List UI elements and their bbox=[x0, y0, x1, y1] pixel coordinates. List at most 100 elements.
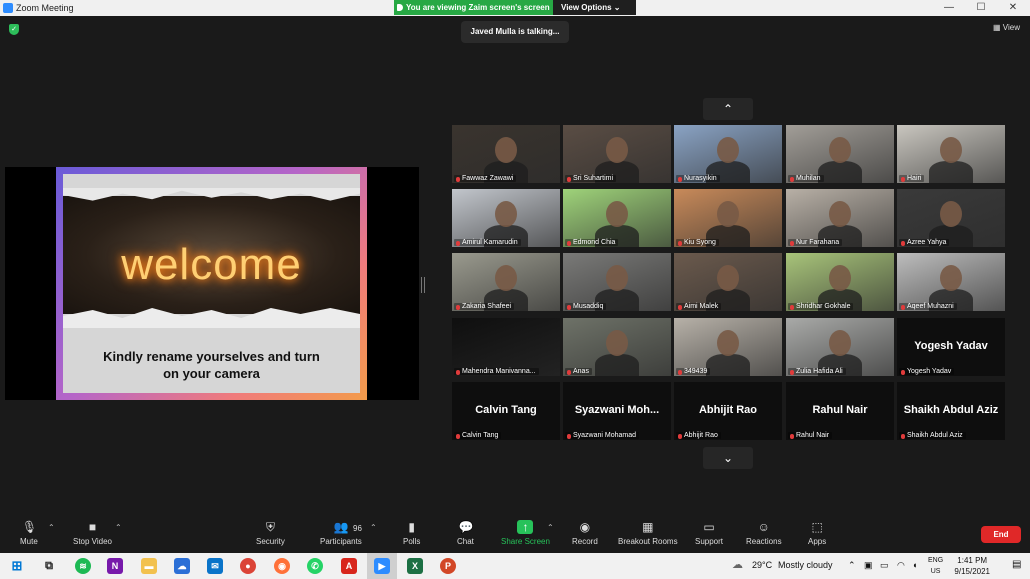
grid-icon: ▦ bbox=[993, 23, 1001, 32]
minimize-button[interactable]: — bbox=[935, 1, 963, 15]
firefox-icon[interactable]: ◉ bbox=[274, 558, 290, 574]
file-explorer-icon[interactable]: ▬ bbox=[141, 558, 157, 574]
weather-temp[interactable]: 29°C bbox=[752, 560, 772, 570]
wifi-icon[interactable]: ◠ bbox=[897, 560, 905, 571]
apps-button[interactable]: ⬚ Apps bbox=[808, 520, 826, 546]
restore-button[interactable]: ☐ bbox=[967, 1, 995, 15]
windows-start-icon[interactable]: ⊞ bbox=[9, 558, 25, 574]
apps-label: Apps bbox=[808, 537, 827, 546]
participant-head bbox=[829, 137, 851, 163]
language-indicator[interactable]: ENG US bbox=[928, 555, 943, 577]
participant-name-label: Nurasyikin bbox=[676, 175, 720, 182]
whatsapp-icon[interactable]: ✆ bbox=[307, 558, 323, 574]
participant-tile[interactable]: Shridhar Gokhale bbox=[786, 253, 894, 311]
chat-button[interactable]: 💬 Chat bbox=[457, 520, 474, 546]
notification-icon[interactable]: ▤ bbox=[1012, 559, 1021, 570]
participants-caret-icon[interactable]: ⌃ bbox=[370, 523, 377, 532]
tray-device-icon[interactable]: ▭ bbox=[880, 560, 889, 571]
support-button[interactable]: ▭ Support bbox=[695, 520, 723, 546]
onenote-icon[interactable]: N bbox=[107, 558, 123, 574]
audio-options-caret-icon[interactable]: ⌃ bbox=[48, 523, 55, 532]
participant-name-label: Rahul Nair bbox=[788, 432, 833, 439]
participant-tile[interactable]: Kiu Syong bbox=[674, 189, 782, 247]
share-options-caret-icon[interactable]: ⌃ bbox=[547, 523, 554, 532]
participant-tile[interactable]: Azree Yahya bbox=[897, 189, 1005, 247]
participant-tile[interactable]: Fawwaz Zawawi bbox=[452, 125, 560, 183]
participant-tile[interactable]: Syazwani Moh... Syazwani Mohamad bbox=[563, 382, 671, 440]
zoom-taskbar-icon[interactable]: ▶ bbox=[374, 558, 390, 574]
stop-video-label: Stop Video bbox=[73, 537, 112, 546]
participant-name-label: Anas bbox=[565, 368, 592, 375]
onedrive-icon[interactable]: ☁ bbox=[174, 558, 190, 574]
participant-tile[interactable]: Zakaria Shafeei bbox=[452, 253, 560, 311]
security-button[interactable]: ⛨ Security bbox=[256, 520, 285, 546]
participant-display-name: Calvin Tang bbox=[475, 404, 537, 416]
participant-tile[interactable]: Muhilan bbox=[786, 125, 894, 183]
participant-tile[interactable]: Zulia Hafida Ali bbox=[786, 318, 894, 376]
polls-label: Polls bbox=[403, 537, 421, 546]
participant-tile[interactable]: Hairi bbox=[897, 125, 1005, 183]
excel-icon[interactable]: X bbox=[407, 558, 423, 574]
gallery-next-button[interactable]: ⌄ bbox=[703, 447, 753, 469]
view-button[interactable]: ▦ View bbox=[993, 23, 1020, 32]
breakout-rooms-button[interactable]: ▦ Breakout Rooms bbox=[618, 520, 678, 546]
video-options-caret-icon[interactable]: ⌃ bbox=[115, 523, 122, 532]
weather-desc[interactable]: Mostly cloudy bbox=[778, 560, 833, 570]
gallery-prev-button[interactable]: ⌃ bbox=[703, 98, 753, 120]
participant-display-name: Rahul Nair bbox=[812, 404, 868, 416]
participant-tile[interactable]: Anas bbox=[563, 318, 671, 376]
participant-tile[interactable]: Yogesh Yadav Yogesh Yadav bbox=[897, 318, 1005, 376]
stop-video-button[interactable]: ■ Stop Video bbox=[73, 520, 112, 546]
powerpoint-icon[interactable]: P bbox=[440, 558, 456, 574]
participant-tile[interactable]: Aqeef Muhazni bbox=[897, 253, 1005, 311]
close-button[interactable]: ✕ bbox=[999, 1, 1027, 15]
breakout-rooms-icon: ▦ bbox=[642, 520, 654, 534]
participant-tile[interactable]: Musaddiq bbox=[563, 253, 671, 311]
participant-name-label: Mahendra Manivanna... bbox=[454, 368, 539, 375]
mail-icon[interactable]: ✉ bbox=[207, 558, 223, 574]
share-screen-button[interactable]: ↑ Share Screen bbox=[501, 520, 550, 546]
splitter-handle[interactable] bbox=[421, 277, 425, 293]
taskbar-clock[interactable]: 1:41 PM 9/15/2021 bbox=[954, 555, 990, 577]
participant-tile[interactable]: Sri Suhartimi bbox=[563, 125, 671, 183]
participant-tile[interactable]: 349439 bbox=[674, 318, 782, 376]
end-meeting-button[interactable]: End bbox=[981, 526, 1021, 543]
polls-button[interactable]: ▮ Polls bbox=[403, 520, 420, 546]
acrobat-icon[interactable]: A bbox=[341, 558, 357, 574]
participant-tile[interactable]: Edmond Chia bbox=[563, 189, 671, 247]
participant-tile[interactable]: Shaikh Abdul Aziz Shaikh Abdul Aziz bbox=[897, 382, 1005, 440]
slide-instructions: Kindly rename yourselves and turn on you… bbox=[63, 348, 360, 382]
chrome-icon[interactable]: ● bbox=[240, 558, 256, 574]
volume-icon[interactable]: ◖ bbox=[912, 560, 917, 570]
encryption-shield-icon[interactable]: ✓ bbox=[9, 24, 19, 35]
participant-silhouette bbox=[929, 161, 973, 183]
participant-head bbox=[717, 137, 739, 163]
share-status-text: You are viewing Zaim screen's screen bbox=[406, 3, 550, 12]
participant-head bbox=[829, 201, 851, 227]
lang-region: US bbox=[930, 568, 941, 575]
participant-tile[interactable]: Aimi Malek bbox=[674, 253, 782, 311]
participant-name-label: Nur Farahana bbox=[788, 239, 843, 246]
tray-chevron-icon[interactable]: ⌃ bbox=[848, 560, 856, 571]
record-button[interactable]: ◉ Record bbox=[572, 520, 598, 546]
participant-tile[interactable]: Mahendra Manivanna... bbox=[452, 318, 560, 376]
windows-taskbar: ⊞ ⧉ ≋ N ▬ ☁ ✉ ● ◉ ✆ A ▶ X P ☁ 29°C Mostl… bbox=[0, 553, 1030, 579]
participant-tile[interactable]: Rahul Nair Rahul Nair bbox=[786, 382, 894, 440]
participant-tile[interactable]: Nurasyikin bbox=[674, 125, 782, 183]
title-bar: Zoom Meeting You are viewing Zaim screen… bbox=[0, 0, 1030, 16]
participant-head bbox=[940, 137, 962, 163]
zoom-window: Zoom Meeting You are viewing Zaim screen… bbox=[0, 0, 1030, 579]
tray-app-icon[interactable]: ▣ bbox=[864, 560, 873, 571]
participant-tile[interactable]: Calvin Tang Calvin Tang bbox=[452, 382, 560, 440]
participant-tile[interactable]: Abhijit Rao Abhijit Rao bbox=[674, 382, 782, 440]
view-label: View bbox=[1002, 23, 1020, 32]
participant-tile[interactable]: Nur Farahana bbox=[786, 189, 894, 247]
participant-tile[interactable]: Amirul Kamarudin bbox=[452, 189, 560, 247]
task-view-icon[interactable]: ⧉ bbox=[41, 558, 57, 574]
mute-button[interactable]: 🎙 Mute bbox=[20, 520, 38, 546]
view-options-button[interactable]: View Options ⌄ bbox=[561, 0, 620, 15]
reactions-button[interactable]: ☺ Reactions bbox=[746, 520, 782, 546]
spotify-icon[interactable]: ≋ bbox=[75, 558, 91, 574]
slide-line-1: Kindly rename yourselves and turn bbox=[103, 349, 320, 364]
mute-label: Mute bbox=[20, 537, 38, 546]
